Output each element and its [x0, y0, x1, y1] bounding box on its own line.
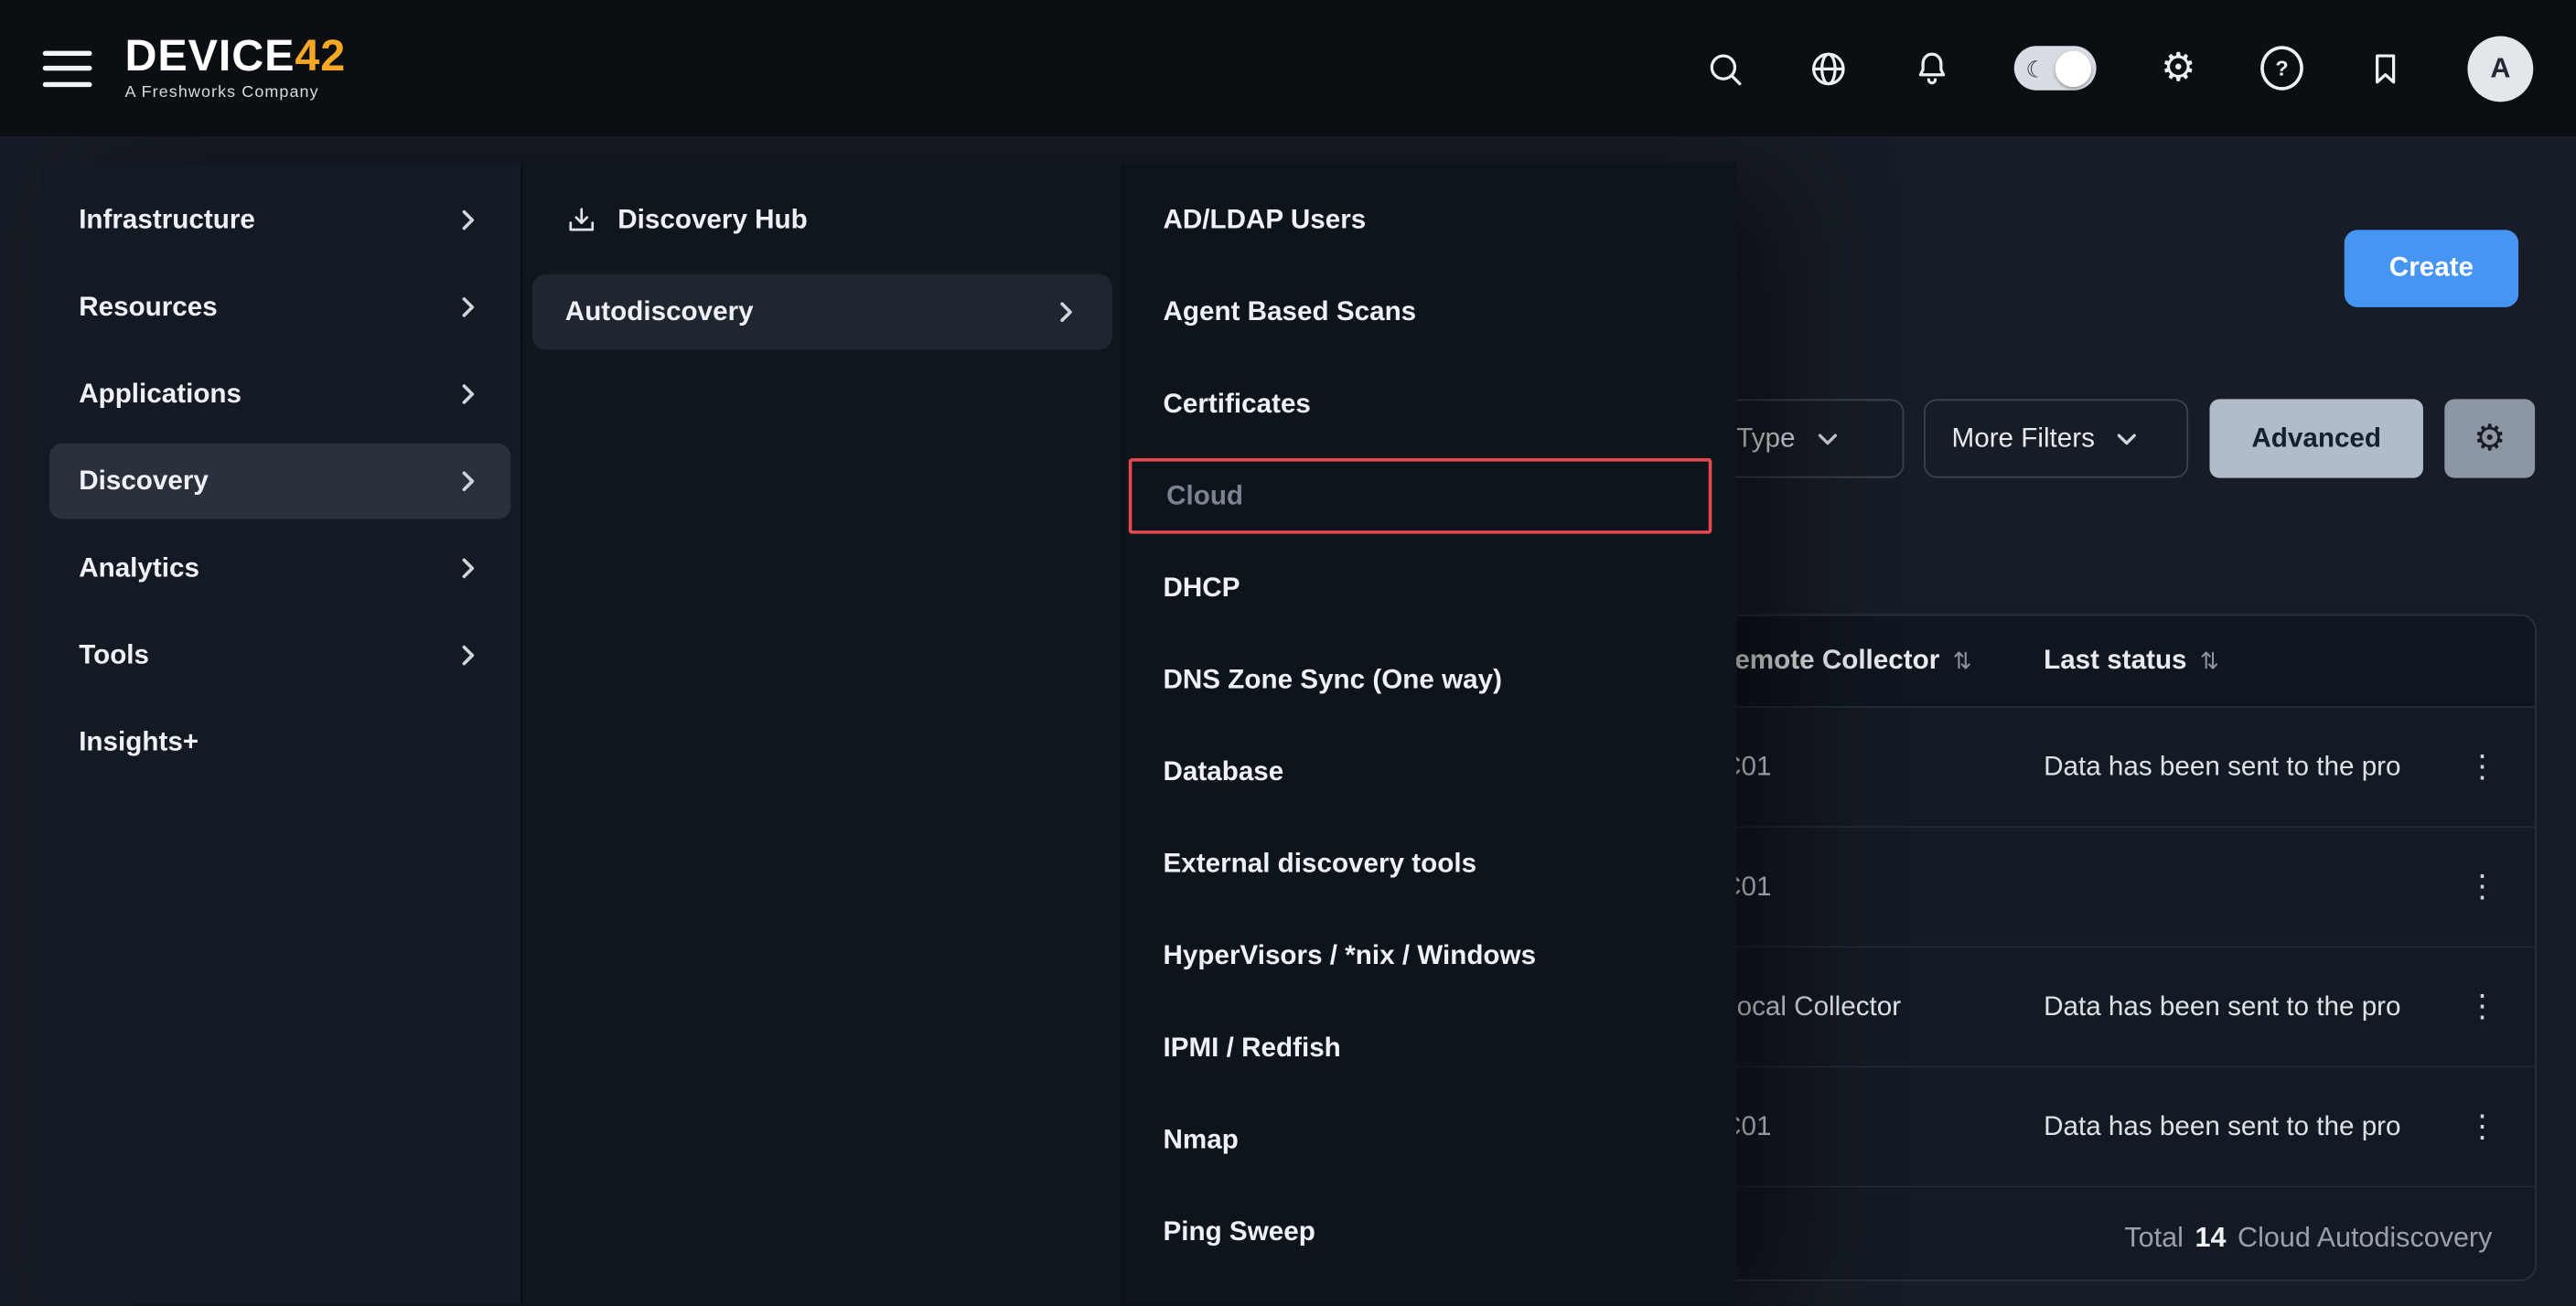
menu-panel-level1: Infrastructure Resources Applications Di… — [39, 163, 521, 1306]
app-window: DEVICE42 A Freshworks Company ☾ ⚙ ? — [0, 0, 2576, 1306]
menu-item-ipmi-redfish[interactable]: IPMI / Redfish — [1123, 1010, 1736, 1086]
chevron-right-icon — [455, 294, 481, 320]
last-status-cell: Data has been sent to the pro — [2044, 947, 2454, 1065]
row-actions-kebab-icon[interactable]: ⋮ — [2458, 862, 2507, 912]
menu-item-dhcp[interactable]: DHCP — [1123, 551, 1736, 626]
row-actions-kebab-icon[interactable]: ⋮ — [2458, 982, 2507, 1032]
menu-item-external-discovery-tools[interactable]: External discovery tools — [1123, 826, 1736, 902]
chevron-right-icon — [455, 207, 481, 233]
menu-item-dns-zone-sync[interactable]: DNS Zone Sync (One way) — [1123, 642, 1736, 718]
menu-item-nmap[interactable]: Nmap — [1123, 1102, 1736, 1178]
menu-item-certificates[interactable]: Certificates — [1123, 366, 1736, 442]
chevron-down-icon — [1815, 426, 1840, 451]
sort-icon: ⇅ — [2200, 648, 2219, 676]
toggle-knob — [2055, 50, 2092, 87]
notifications-bell-icon[interactable] — [1911, 47, 1954, 90]
menu-item-discovery[interactable]: Discovery — [49, 444, 511, 519]
create-button[interactable]: Create — [2345, 230, 2518, 306]
column-header-last-status[interactable]: Last status ⇅ — [2044, 616, 2219, 706]
menu-item-hypervisors-nix-windows[interactable]: HyperVisors / *nix / Windows — [1123, 918, 1736, 994]
menu-item-discovery-hub[interactable]: Discovery Hub — [532, 182, 1112, 258]
menu-item-resources[interactable]: Resources — [49, 270, 511, 346]
menu-item-tools[interactable]: Tools — [49, 617, 511, 693]
remote-collector-cell: Local Collector — [1722, 947, 1901, 1065]
menu-item-ad-ldap-users[interactable]: AD/LDAP Users — [1123, 182, 1736, 258]
globe-icon[interactable] — [1807, 47, 1850, 90]
menu-item-cloud[interactable]: Cloud — [1129, 458, 1712, 534]
settings-gear-icon[interactable]: ⚙ — [2157, 47, 2200, 90]
menu-item-applications[interactable]: Applications — [49, 357, 511, 433]
gear-icon: ⚙ — [2474, 417, 2506, 460]
moon-icon: ☾ — [2025, 57, 2046, 80]
type-filter-dropdown[interactable]: Type — [1709, 399, 1905, 477]
user-avatar[interactable]: A — [2467, 36, 2533, 102]
bookmark-icon[interactable] — [2364, 47, 2407, 90]
top-navbar: DEVICE42 A Freshworks Company ☾ ⚙ ? — [0, 0, 2576, 136]
total-suffix: Cloud Autodiscovery — [2238, 1221, 2492, 1254]
total-count: 14 — [2195, 1221, 2226, 1254]
brand-wordmark: DEVICE42 — [124, 35, 346, 79]
chevron-right-icon — [455, 555, 481, 582]
menu-item-analytics[interactable]: Analytics — [49, 530, 511, 606]
menu-item-insights-plus[interactable]: Insights+ — [49, 704, 511, 780]
chevron-right-icon — [455, 381, 481, 408]
hamburger-menu-icon[interactable] — [43, 50, 92, 87]
device42-logo[interactable]: DEVICE42 A Freshworks Company — [124, 35, 346, 102]
menu-item-ping-sweep[interactable]: Ping Sweep — [1123, 1194, 1736, 1270]
row-actions-kebab-icon[interactable]: ⋮ — [2458, 743, 2507, 792]
brand-subtitle: A Freshworks Company — [124, 84, 346, 102]
theme-toggle[interactable]: ☾ — [2014, 46, 2097, 90]
search-icon[interactable] — [1703, 47, 1746, 90]
chevron-down-icon — [2114, 426, 2139, 451]
discovery-hub-icon — [565, 204, 598, 237]
sort-icon: ⇅ — [1953, 648, 1972, 676]
advanced-filters-button[interactable]: Advanced — [2209, 399, 2422, 477]
menu-item-agent-based-scans[interactable]: Agent Based Scans — [1123, 274, 1736, 350]
last-status-cell: Data has been sent to the pro — [2044, 708, 2454, 826]
last-status-cell — [2044, 828, 2454, 946]
row-actions-kebab-icon[interactable]: ⋮ — [2458, 1102, 2507, 1151]
menu-panel-level3: AD/LDAP Users Agent Based Scans Certific… — [1122, 163, 1737, 1306]
menu-item-database[interactable]: Database — [1123, 734, 1736, 810]
table-settings-gear-button[interactable]: ⚙ — [2444, 399, 2535, 477]
menu-item-infrastructure[interactable]: Infrastructure — [49, 182, 511, 258]
menu-item-autodiscovery[interactable]: Autodiscovery — [532, 274, 1112, 350]
column-header-remote-collector[interactable]: Remote Collector ⇅ — [1715, 616, 1972, 706]
help-icon[interactable]: ? — [2260, 47, 2303, 90]
chevron-right-icon — [1053, 299, 1079, 326]
menu-panel-level2: Discovery Hub Autodiscovery — [521, 163, 1122, 1306]
more-filters-dropdown[interactable]: More Filters — [1924, 399, 2188, 477]
navigation-flyout: Infrastructure Resources Applications Di… — [39, 163, 1736, 1306]
chevron-right-icon — [455, 642, 481, 669]
chevron-right-icon — [455, 468, 481, 495]
last-status-cell: Data has been sent to the pro — [2044, 1067, 2454, 1185]
total-label: Total — [2124, 1221, 2184, 1254]
navbar-actions: ☾ ⚙ ? A — [1703, 36, 2533, 102]
